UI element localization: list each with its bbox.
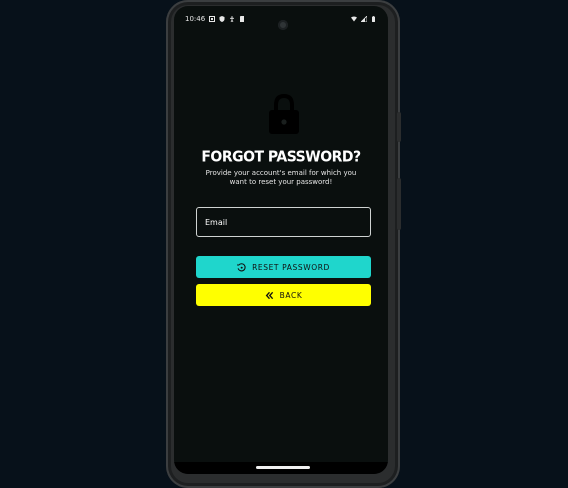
power-button[interactable]	[397, 112, 401, 142]
wifi-icon	[351, 16, 357, 22]
double-chevron-left-icon	[265, 291, 273, 299]
accessibility-icon	[230, 16, 235, 22]
signal-icon	[361, 16, 367, 22]
page-title: FORGOT PASSWORD?	[201, 148, 361, 166]
shield-icon	[219, 16, 225, 22]
reset-password-button[interactable]: RESET PASSWORD	[196, 256, 371, 278]
reset-icon	[237, 262, 246, 271]
notification-icon	[209, 16, 216, 22]
status-left: 10:46	[185, 15, 245, 23]
front-camera	[278, 20, 288, 30]
page-subtitle: Provide your account's email for which y…	[205, 169, 357, 186]
status-right	[351, 16, 377, 22]
sd-card-icon	[240, 16, 245, 22]
reset-password-label: RESET PASSWORD	[252, 262, 330, 272]
status-time: 10:46	[185, 15, 206, 23]
home-gesture-handle[interactable]	[256, 466, 310, 469]
email-field[interactable]	[196, 207, 371, 237]
battery-icon	[372, 16, 375, 22]
back-button[interactable]: BACK	[196, 284, 371, 306]
lock-icon	[269, 94, 299, 134]
phone-screen: 10:46 FORGOT PASSWORD? Provide your acco…	[174, 6, 388, 474]
volume-button[interactable]	[397, 178, 401, 230]
back-label: BACK	[279, 290, 303, 300]
desktop-background: 10:46 FORGOT PASSWORD? Provide your acco…	[0, 0, 568, 488]
